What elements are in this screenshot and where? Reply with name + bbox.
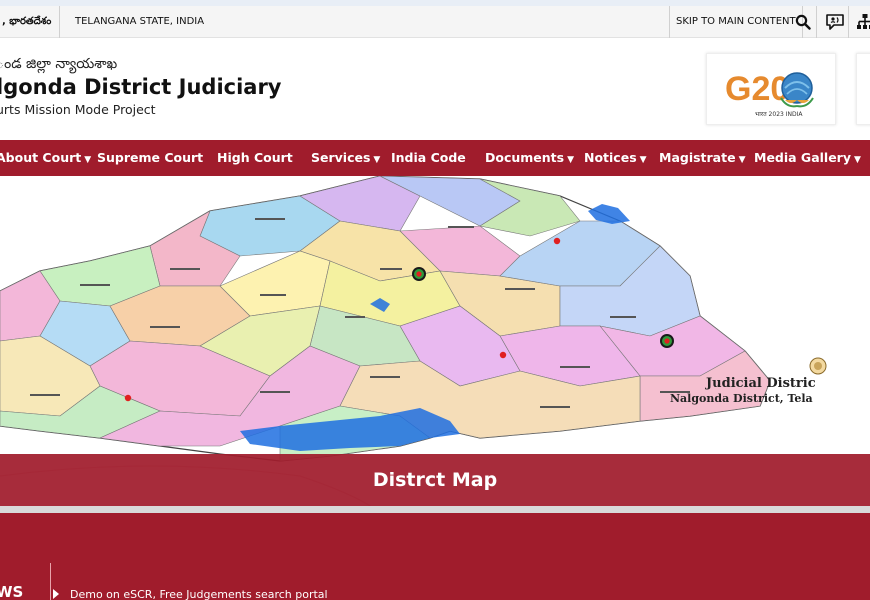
top-utility-bar: , భారతదేశం TELANGANA STATE, INDIA SKIP T… — [0, 6, 870, 38]
nav-item-high-court[interactable]: High Court — [217, 140, 293, 176]
nav-item-label: India Code — [391, 150, 466, 165]
screen-reader-button[interactable] — [821, 6, 849, 38]
nav-item-documents[interactable]: Documents ▼ — [485, 140, 574, 176]
chevron-down-icon: ▼ — [567, 155, 575, 165]
nav-item-india-code[interactable]: India Code — [391, 140, 466, 176]
site-subtitle: urts Mission Mode Project — [0, 102, 156, 117]
nav-item-label: Media Gallery — [754, 150, 851, 165]
nav-item-supreme-court[interactable]: Supreme Court — [97, 140, 203, 176]
chevron-down-icon: ▼ — [373, 155, 381, 165]
chevron-down-icon: ▼ — [854, 155, 861, 165]
chevron-down-icon: ▼ — [738, 155, 746, 165]
site-title-telugu: ండ జిల్లా న్యాయశాఖ — [0, 56, 118, 72]
sitemap-icon — [857, 14, 870, 29]
nav-item-notices[interactable]: Notices ▼ — [584, 140, 647, 176]
chevron-down-icon: ▼ — [84, 155, 92, 165]
nav-item-magistrate[interactable]: Magistrate ▼ — [659, 140, 746, 176]
news-separator — [50, 563, 51, 600]
nav-item-label: High Court — [217, 150, 293, 165]
map-heading: Judicial Distric — [706, 376, 816, 391]
language-label[interactable]: , భారతదేశం — [0, 6, 61, 38]
screen-reader-icon — [825, 14, 844, 30]
search-icon — [795, 14, 811, 30]
triangle-right-icon — [53, 589, 59, 599]
nav-item-label: Magistrate — [659, 150, 736, 165]
map-subheading: Nalgonda District, Tela — [670, 392, 813, 405]
site-header: ండ జిల్లా న్యాయశాఖ lgonda District Judic… — [0, 39, 870, 140]
nav-item-label: Services — [311, 150, 371, 165]
nav-item-media-gallery[interactable]: Media Gallery ▼ — [754, 140, 861, 176]
search-button[interactable] — [789, 6, 817, 38]
g20-caption: भारत 2023 INDIA — [755, 111, 803, 118]
page: , భారతదేశం TELANGANA STATE, INDIA SKIP T… — [0, 0, 870, 600]
banner-caption: Distrct Map — [0, 454, 870, 506]
emblem-icon — [809, 357, 827, 375]
skip-to-main-content-link[interactable]: SKIP TO MAIN CONTENT — [669, 6, 803, 38]
nav-item-label: Supreme Court — [97, 150, 204, 165]
nav-item-about-court[interactable]: About Court ▼ — [0, 140, 91, 176]
nav-item-label: About Court — [0, 150, 82, 165]
nav-item-label: Notices — [584, 150, 637, 165]
news-label: WS — [0, 583, 24, 600]
sitemap-button[interactable] — [851, 6, 870, 38]
main-navigation: About Court ▼ Supreme Court High Court Se… — [0, 140, 870, 176]
g20-emblem: G20 भारत 2023 INDIA — [725, 70, 814, 118]
g20-logo[interactable]: G20 भारत 2023 INDIA — [706, 53, 836, 125]
news-section: WS Demo on eSCR, Free Judgements search … — [0, 513, 870, 600]
map-legend-title: Judicial Distric Nalgonda District, Tela — [668, 357, 870, 419]
secondary-logo[interactable] — [856, 53, 870, 125]
g20-logo-text: G20 — [725, 70, 789, 108]
news-ticker-item[interactable]: Demo on eSCR, Free Judgements search por… — [70, 588, 328, 600]
nav-item-services[interactable]: Services ▼ — [311, 140, 380, 176]
nav-item-label: Documents — [485, 150, 565, 165]
site-title[interactable]: lgonda District Judiciary — [0, 75, 282, 99]
banner-divider — [0, 506, 870, 513]
chevron-down-icon: ▼ — [639, 155, 647, 165]
state-label: TELANGANA STATE, INDIA — [75, 16, 205, 27]
